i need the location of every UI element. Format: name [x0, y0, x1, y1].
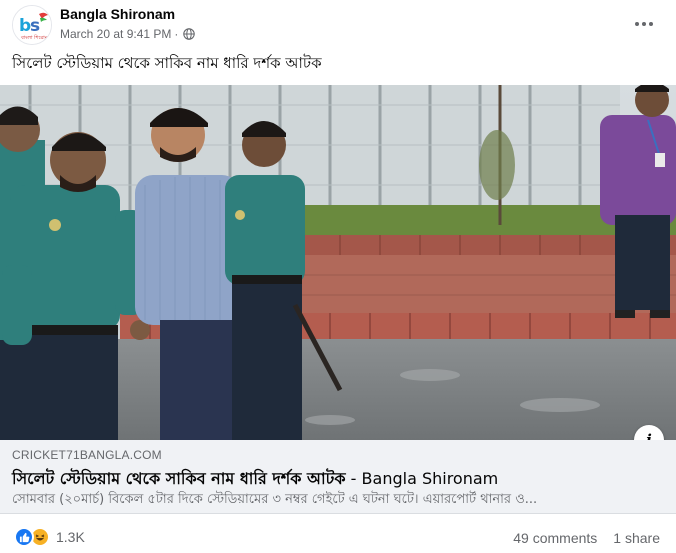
post-timestamp[interactable]: March 20 at 9:41 PM [60, 27, 171, 41]
link-preview-image[interactable] [0, 85, 676, 440]
post-header: b s বাংলা শিরোনাম Bangla Shironam March … [0, 0, 676, 46]
link-title: সিলেট স্টেডিয়াম থেকে সাকিব নাম ধারি দর্… [12, 469, 346, 488]
shares-count[interactable]: 1 share [613, 530, 660, 546]
bangla-shironam-logo: b s বাংলা শিরোনাম [13, 6, 52, 44]
comments-count[interactable]: 49 comments [513, 530, 597, 546]
news-photo [0, 85, 676, 440]
post-meta: March 20 at 9:41 PM · [60, 27, 196, 41]
svg-text:s: s [30, 16, 40, 36]
reactions-summary[interactable]: 1.3K [14, 527, 85, 547]
like-icon [14, 527, 34, 547]
reaction-count: 1.3K [56, 529, 85, 545]
post-text: সিলেট স্টেডিয়াম থেকে সাকিব নাম ধারি দর্… [12, 54, 322, 72]
link-title-separator: - [345, 469, 362, 488]
link-title-row[interactable]: সিলেট স্টেডিয়াম থেকে সাকিব নাম ধারি দর্… [12, 466, 498, 493]
engagement-bar: 1.3K 49 comments 1 share [0, 522, 676, 552]
meta-separator: · [174, 27, 179, 41]
page-avatar[interactable]: b s বাংলা শিরোনাম [12, 5, 52, 45]
svg-text:বাংলা শিরোনাম: বাংলা শিরোনাম [20, 35, 52, 41]
link-domain: CRICKET71BANGLA.COM [12, 448, 162, 462]
engagement-counts: 49 comments 1 share [513, 530, 660, 546]
link-description: সোমবার (২০মার্চ) বিকেল ৫টার দিকে স্টেডিয… [12, 492, 538, 507]
page-name[interactable]: Bangla Shironam [60, 6, 175, 22]
globe-icon [183, 28, 196, 40]
more-options-button[interactable] [630, 10, 658, 38]
link-site-name: Bangla Shironam [361, 469, 499, 488]
link-preview[interactable]: CRICKET71BANGLA.COM সিলেট স্টেডিয়াম থেক… [0, 440, 676, 514]
more-horizontal-icon [635, 22, 653, 26]
